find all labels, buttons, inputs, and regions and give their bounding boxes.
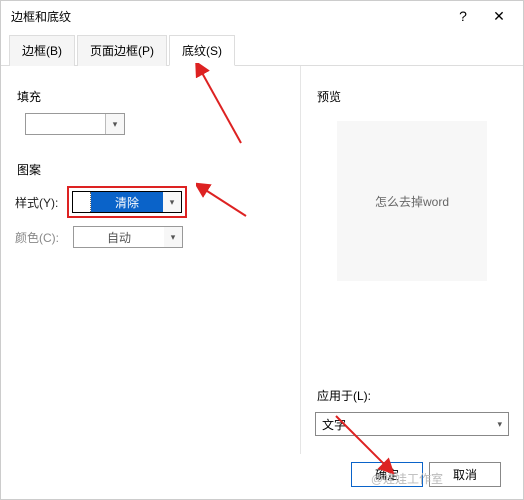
pattern-style-drop[interactable]: ▾ — [163, 192, 181, 212]
apply-to-select[interactable]: 文字 ▾ — [315, 412, 509, 436]
pattern-style-combo[interactable]: 清除 ▾ — [72, 191, 182, 213]
pattern-color-drop[interactable]: ▾ — [164, 227, 182, 247]
apply-to-label: 应用于(L): — [317, 387, 509, 404]
chevron-down-icon: ▾ — [497, 419, 502, 430]
tab-strip: 边框(B) 页面边框(P) 底纹(S) — [1, 31, 523, 66]
annotation-highlight-box: 清除 ▾ — [67, 186, 187, 218]
pattern-label: 图案 — [17, 161, 286, 178]
pattern-style-preview — [73, 192, 91, 212]
tab-shading[interactable]: 底纹(S) — [169, 35, 235, 66]
dialog-title: 边框和底纹 — [11, 8, 445, 25]
chevron-down-icon: ▾ — [170, 197, 175, 208]
chevron-down-icon: ▾ — [113, 119, 118, 130]
fill-color-swatch — [26, 114, 106, 134]
preview-text: 怎么去掉word — [375, 193, 449, 210]
pattern-style-value: 清除 — [91, 192, 163, 212]
close-button[interactable]: ✕ — [481, 2, 517, 30]
left-panel: 填充 ▾ 图案 样式(Y): 清除 ▾ 颜色(C): — [1, 66, 301, 454]
fill-color-drop[interactable]: ▾ — [106, 114, 124, 134]
fill-color-combo[interactable]: ▾ — [25, 113, 125, 135]
pattern-color-value: 自动 — [74, 227, 164, 247]
fill-label: 填充 — [17, 88, 286, 105]
titlebar: 边框和底纹 ? ✕ — [1, 1, 523, 31]
preview-label: 预览 — [317, 88, 509, 105]
pattern-color-label: 颜色(C): — [15, 229, 61, 246]
right-panel: 预览 怎么去掉word 应用于(L): 文字 ▾ — [301, 66, 523, 454]
preview-area: 怎么去掉word — [337, 121, 487, 281]
chevron-down-icon: ▾ — [171, 232, 176, 243]
tab-borders[interactable]: 边框(B) — [9, 35, 75, 66]
ok-button[interactable]: 确定 — [351, 462, 423, 487]
apply-to-section: 应用于(L): 文字 ▾ — [315, 383, 509, 436]
style-label: 样式(Y): — [15, 194, 61, 211]
help-button[interactable]: ? — [445, 2, 481, 30]
borders-shading-dialog: 边框和底纹 ? ✕ 边框(B) 页面边框(P) 底纹(S) 填充 ▾ 图案 样式… — [0, 0, 524, 500]
footer: 确定 取消 — [1, 449, 523, 499]
apply-to-value: 文字 — [322, 416, 346, 433]
tab-page-borders[interactable]: 页面边框(P) — [77, 35, 167, 66]
cancel-button[interactable]: 取消 — [429, 462, 501, 487]
pattern-color-combo[interactable]: 自动 ▾ — [73, 226, 183, 248]
